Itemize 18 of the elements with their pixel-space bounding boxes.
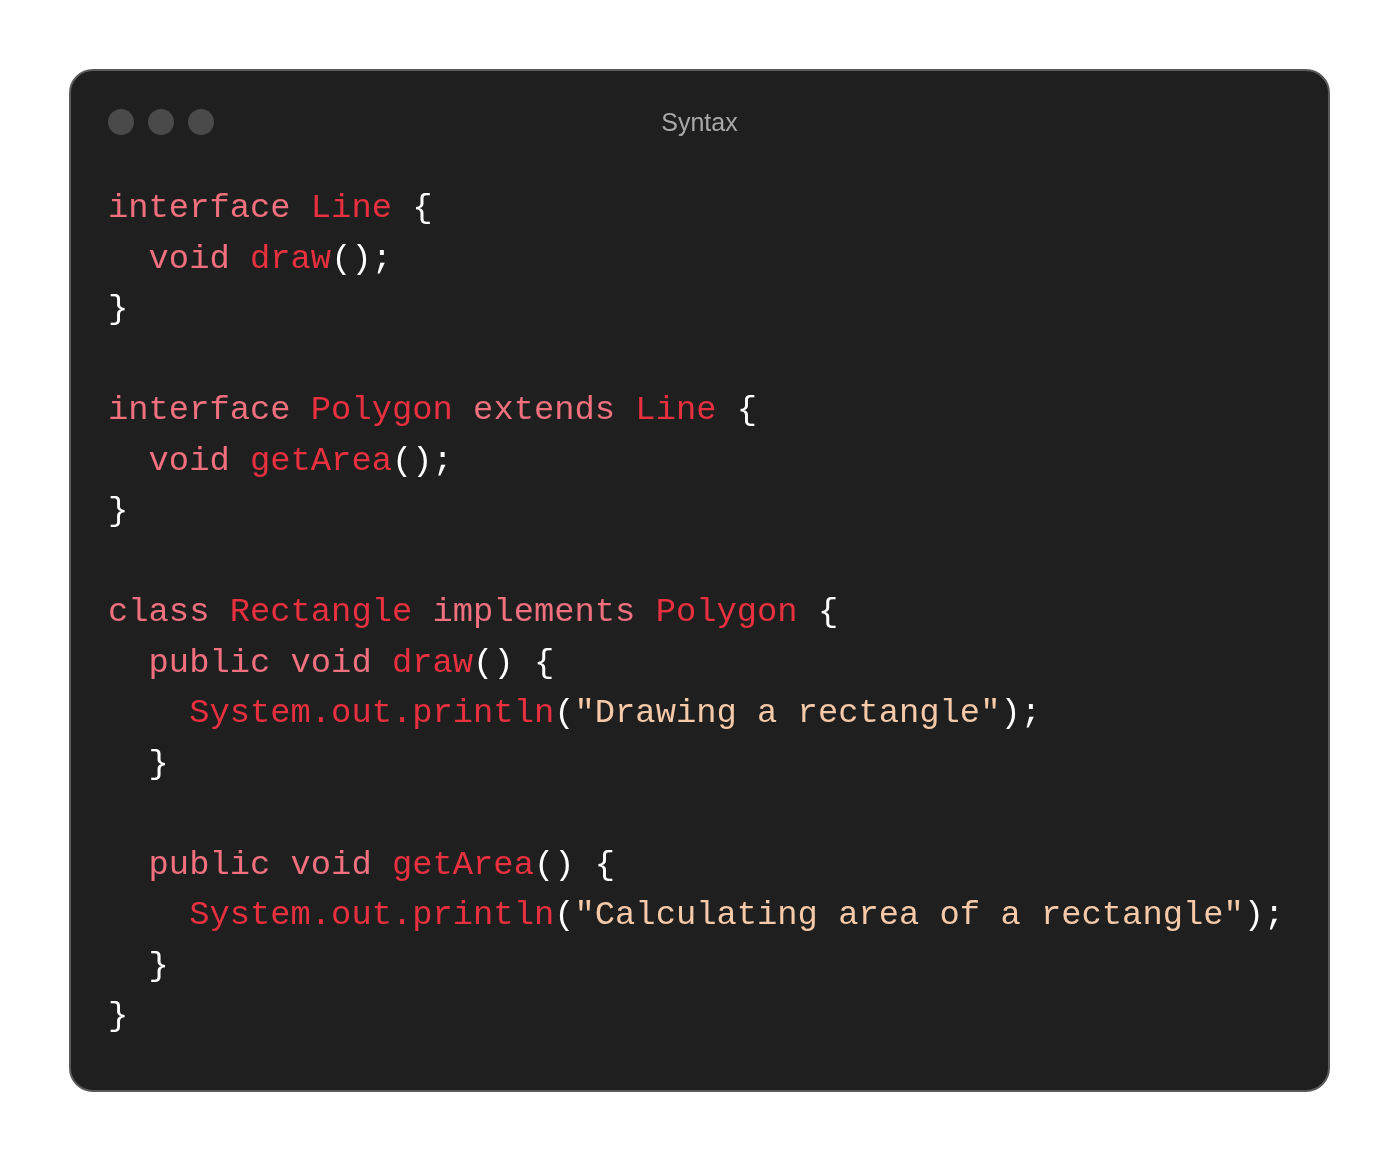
code-line: public void draw() { [147, 643, 555, 682]
code-line: public void getArea() { [147, 845, 616, 884]
window-title: Syntax [661, 107, 738, 137]
window-control-dot[interactable] [108, 109, 134, 135]
code-line: class Rectangle implements Polygon { [108, 593, 839, 631]
code-line: void draw(); [147, 239, 392, 278]
code-line: interface Line { [108, 189, 433, 227]
code-line: interface Polygon extends Line { [108, 391, 758, 429]
code-line: } [147, 946, 169, 985]
window-control-dot[interactable] [188, 109, 214, 135]
window-control-dot[interactable] [148, 109, 174, 135]
code-line: } [108, 492, 129, 530]
code-line: } [108, 997, 129, 1035]
code-line: void getArea(); [147, 441, 453, 480]
code-line: System.out.println("Calculating area of a rectangle"); [188, 896, 1285, 934]
code-line: } [147, 744, 169, 783]
code-line: System.out.println("Drawing a rectangle"); [188, 694, 1041, 732]
code-line: } [108, 290, 129, 328]
